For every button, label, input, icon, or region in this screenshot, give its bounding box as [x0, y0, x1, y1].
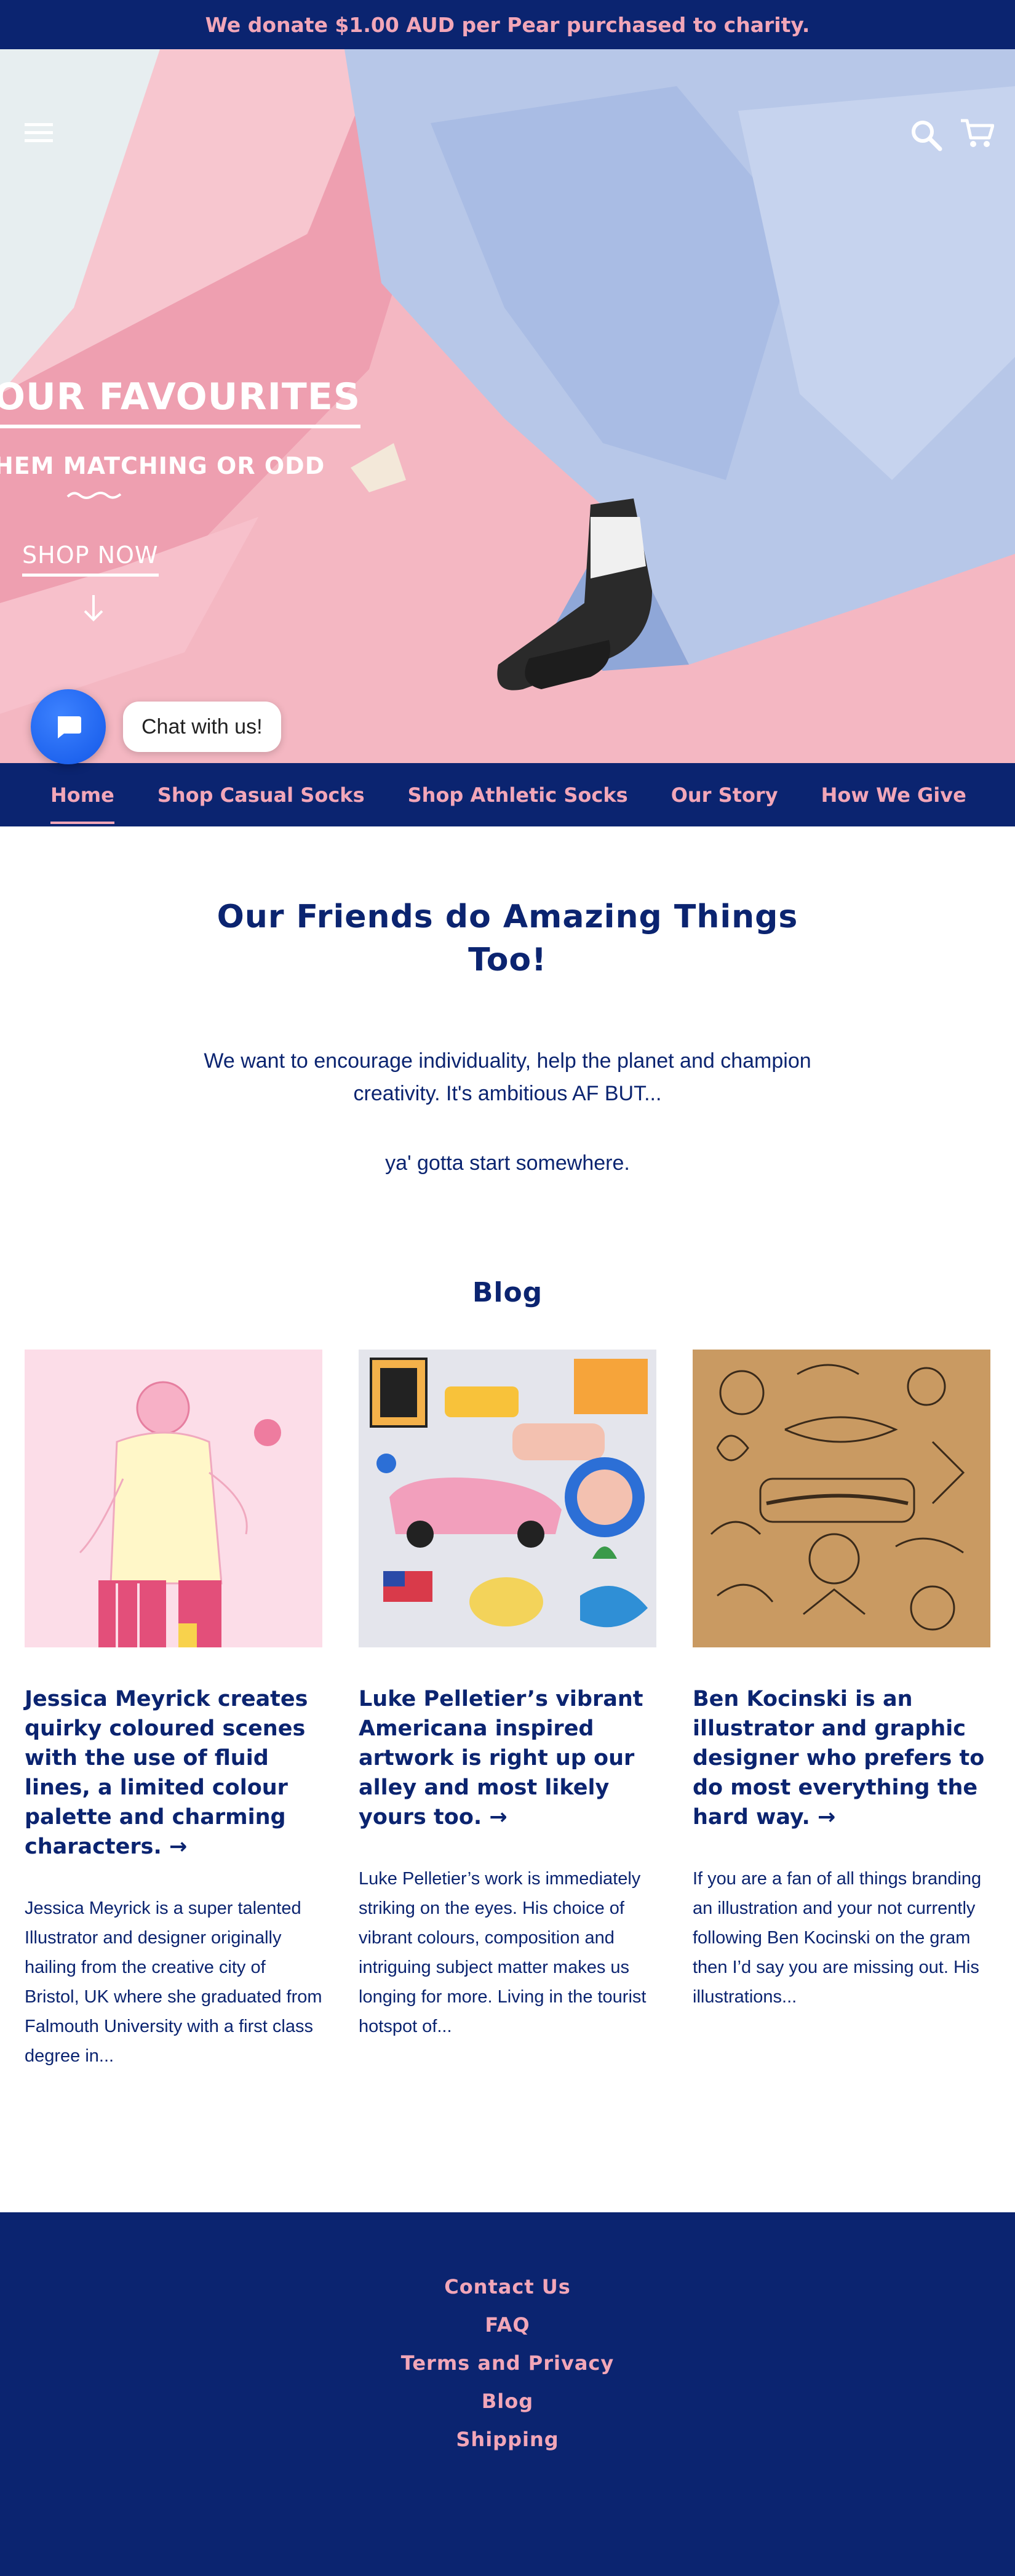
blog-card: Ben Kocinski is an illustrator and graph… — [693, 1350, 990, 2012]
chat-icon — [58, 716, 81, 738]
blog-card-title[interactable]: Ben Kocinski is an illustrator and graph… — [693, 1684, 990, 1832]
cart-icon — [961, 119, 995, 147]
blog-heading: Blog — [472, 1277, 543, 1308]
blog-card-image-luke-pelletier[interactable] — [359, 1350, 656, 1647]
hero-title: OUR FAVOURITES — [0, 375, 361, 428]
chat-button[interactable] — [31, 689, 106, 764]
blog-card-excerpt: If you are a fan of all things branding … — [693, 1869, 982, 2007]
blog-card-title[interactable]: Luke Pelletier’s vibrant Americana inspi… — [359, 1684, 656, 1832]
intro-title: Our Friends do Amazing Things Too! — [217, 898, 798, 978]
blog-card-excerpt: Luke Pelletier’s work is immediately str… — [359, 1869, 647, 2036]
cart-button[interactable] — [960, 118, 995, 152]
announcement-bar: We donate $1.00 AUD per Pear purchased t… — [0, 0, 1015, 49]
search-button[interactable] — [909, 118, 944, 156]
blog-card: Jessica Meyrick creates quirky coloured … — [25, 1350, 322, 2071]
blog-card-title[interactable]: Jessica Meyrick creates quirky coloured … — [25, 1684, 322, 1862]
blog-card-image-ben-kocinski[interactable] — [693, 1350, 990, 1647]
main-nav: Home Shop Casual Socks Shop Athletic Soc… — [0, 763, 1015, 826]
blog-card-image-jessica-meyrick[interactable] — [25, 1350, 322, 1647]
footer-link-shipping[interactable]: Shipping — [456, 2428, 559, 2451]
hero-banner[interactable]: OUR FAVOURITES HEM MATCHING OR ODD SHOP … — [0, 49, 1015, 763]
blog-card-excerpt: Jessica Meyrick is a super talented Illu… — [25, 1898, 322, 2066]
footer: Contact Us FAQ Terms and Privacy Blog Sh… — [0, 2212, 1015, 2576]
chat-label[interactable]: Chat with us! — [123, 702, 281, 752]
footer-link-faq[interactable]: FAQ — [485, 2313, 530, 2337]
nav-item-our-story[interactable]: Our Story — [671, 783, 778, 807]
hero-subtitle: HEM MATCHING OR ODD — [0, 452, 325, 479]
nav-item-how-we-give[interactable]: How We Give — [821, 783, 966, 807]
shop-now-link[interactable]: SHOP NOW — [22, 542, 159, 577]
nav-item-shop-athletic-socks[interactable]: Shop Athletic Socks — [408, 783, 628, 807]
footer-links: Contact Us FAQ Terms and Privacy Blog Sh… — [0, 2268, 1015, 2458]
footer-link-contact-us[interactable]: Contact Us — [444, 2275, 571, 2298]
footer-link-terms-and-privacy[interactable]: Terms and Privacy — [401, 2351, 615, 2375]
footer-link-blog[interactable]: Blog — [482, 2390, 533, 2413]
arrow-down-icon[interactable] — [81, 594, 106, 622]
squiggle-divider-icon — [66, 492, 122, 499]
intro-tagline: ya' gotta start somewhere. — [385, 1151, 630, 1175]
menu-button[interactable] — [25, 122, 54, 147]
search-icon — [912, 121, 942, 151]
intro-paragraph: We want to encourage individuality, help… — [204, 1049, 811, 1105]
hamburger-menu-icon — [25, 123, 53, 142]
nav-item-home[interactable]: Home — [50, 783, 114, 824]
announcement-text: We donate $1.00 AUD per Pear purchased t… — [205, 12, 810, 37]
blog-card: Luke Pelletier’s vibrant Americana inspi… — [359, 1350, 656, 2041]
nav-item-shop-casual-socks[interactable]: Shop Casual Socks — [157, 783, 365, 807]
